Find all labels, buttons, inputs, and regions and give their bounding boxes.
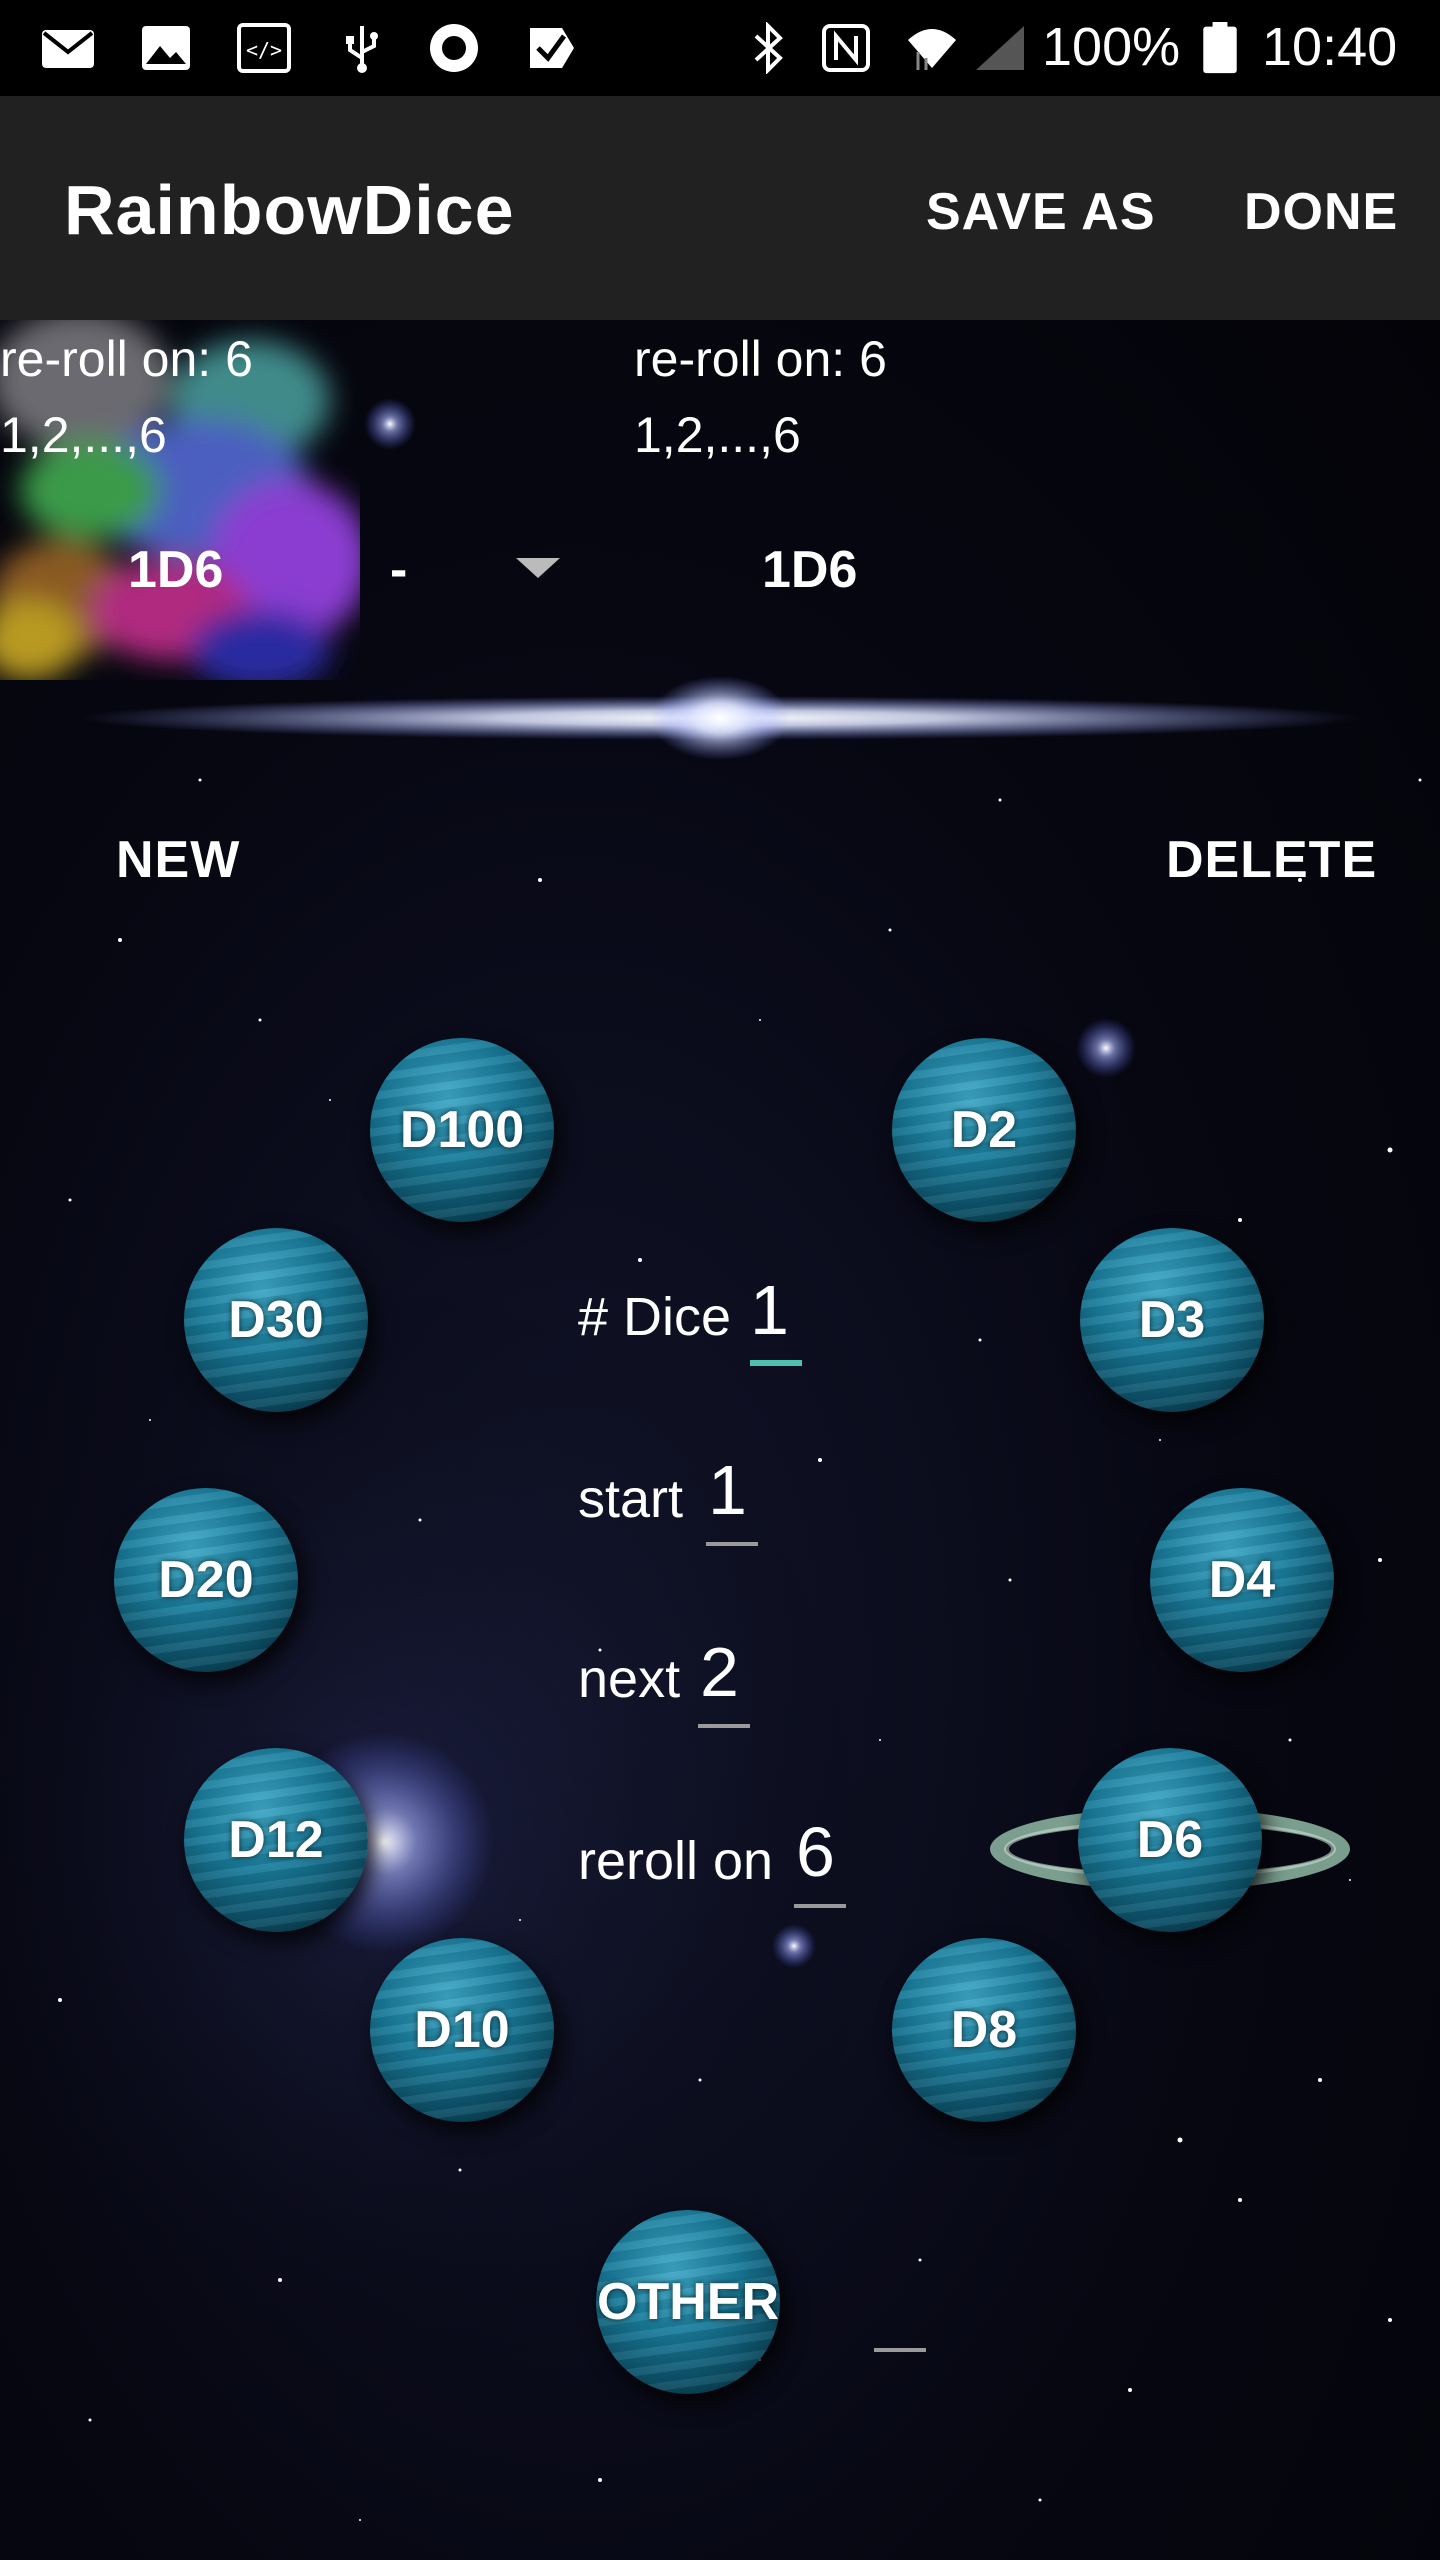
dice-count-input[interactable]: 1 xyxy=(750,1270,789,1350)
start-label: start xyxy=(578,1469,684,1529)
reroll-on-label: reroll on xyxy=(578,1831,774,1891)
right-dice-label: 1D6 xyxy=(762,541,858,599)
battery-icon xyxy=(1203,22,1237,74)
d100-button[interactable]: D100 xyxy=(370,1038,554,1222)
d10-button[interactable]: D10 xyxy=(370,1938,554,2122)
d4-label: D4 xyxy=(1208,1551,1276,1609)
d3-button[interactable]: D3 xyxy=(1080,1228,1264,1412)
d2-label: D2 xyxy=(950,1101,1018,1159)
mail-icon xyxy=(42,30,94,68)
signal-icon xyxy=(976,26,1024,70)
next-label: next xyxy=(578,1649,681,1709)
right-reroll-text: re-roll on: 6 xyxy=(634,331,887,387)
d12-button[interactable]: D12 xyxy=(184,1748,368,1932)
chevron-down-icon[interactable] xyxy=(516,558,560,578)
d8-label: D8 xyxy=(950,2001,1018,2059)
svg-text:</>: </> xyxy=(246,38,282,62)
d30-label: D30 xyxy=(228,1291,324,1349)
status-bar: </> 100% 10:40 xyxy=(0,0,1440,96)
next-input[interactable]: 2 xyxy=(700,1632,739,1712)
clock: 10:40 xyxy=(1262,17,1398,77)
bluetooth-icon xyxy=(754,22,783,74)
d20-button[interactable]: D20 xyxy=(114,1488,298,1672)
start-input[interactable]: 1 xyxy=(708,1450,747,1530)
d12-label: D12 xyxy=(228,1811,324,1869)
next-underline xyxy=(698,1724,750,1728)
wifi-icon xyxy=(908,29,956,70)
left-reroll-text: re-roll on: 6 xyxy=(0,331,253,387)
start-underline xyxy=(706,1542,758,1546)
app-title: RainbowDice xyxy=(64,171,515,249)
d2-button[interactable]: D2 xyxy=(892,1038,1076,1222)
dice-count-label: # Dice xyxy=(578,1287,732,1347)
app-bar: RainbowDice SAVE AS DONE xyxy=(0,96,1440,320)
code-icon: </> xyxy=(237,23,291,73)
usb-icon xyxy=(346,26,378,73)
other-label: OTHER xyxy=(597,2273,779,2331)
new-button[interactable]: NEW xyxy=(116,830,240,890)
d10-label: D10 xyxy=(414,2001,510,2059)
d100-label: D100 xyxy=(399,1101,525,1159)
battery-percent: 100% xyxy=(1042,17,1181,77)
d8-button[interactable]: D8 xyxy=(892,1938,1076,2122)
d6-label: D6 xyxy=(1136,1811,1204,1869)
dice-count-underline xyxy=(750,1360,802,1366)
right-sides-text: 1,2,...,6 xyxy=(634,407,801,463)
d30-button[interactable]: D30 xyxy=(184,1228,368,1412)
left-sides-text: 1,2,...,6 xyxy=(0,407,167,463)
check-icon xyxy=(530,28,574,68)
operator-select-value[interactable]: - xyxy=(390,540,407,600)
d4-button[interactable]: D4 xyxy=(1150,1488,1334,1672)
d6-button[interactable]: D6 xyxy=(1078,1748,1262,1932)
d20-label: D20 xyxy=(158,1551,254,1609)
save-as-button[interactable]: SAVE AS xyxy=(926,182,1156,242)
other-input-underline[interactable] xyxy=(874,2348,926,2352)
nfc-icon xyxy=(822,24,870,72)
reroll-on-input[interactable]: 6 xyxy=(796,1812,835,1892)
record-icon xyxy=(430,24,478,72)
image-icon xyxy=(142,26,190,70)
d3-label: D3 xyxy=(1138,1291,1206,1349)
done-button[interactable]: DONE xyxy=(1244,182,1398,242)
delete-button[interactable]: DELETE xyxy=(1166,830,1377,890)
left-dice-label: 1D6 xyxy=(128,541,224,599)
reroll-on-underline xyxy=(794,1904,846,1908)
other-button[interactable]: OTHER xyxy=(596,2210,780,2394)
